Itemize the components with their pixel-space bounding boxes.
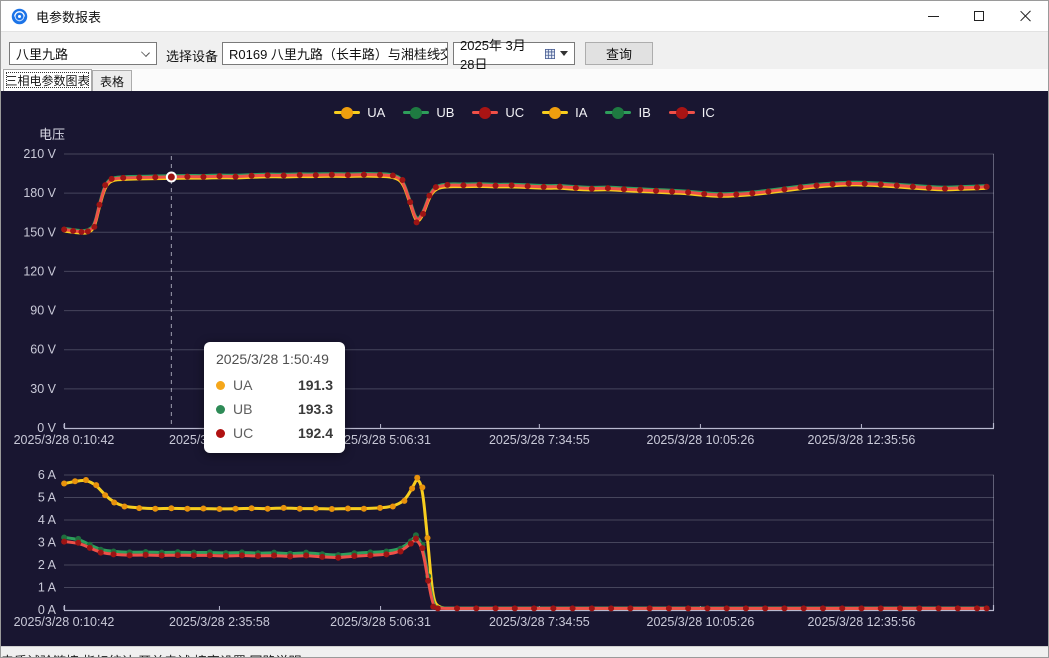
legend-marker-icon — [669, 111, 695, 114]
device-select[interactable]: R0169 八里九路（长丰路）与湘桂线交 — [222, 42, 448, 65]
calendar-icon — [545, 48, 555, 60]
legend-item-ib[interactable]: IB — [605, 105, 650, 120]
tooltip-row-ub: UB 193.3 — [216, 397, 333, 421]
tooltip-timestamp: 2025/3/28 1:50:49 — [216, 351, 333, 367]
legend-label: UA — [367, 105, 385, 120]
tooltip-series-label: UC — [233, 425, 253, 441]
chart-legend: UA UB UC IA IB IC — [1, 105, 1048, 120]
date-picker[interactable]: 2025年 3月28日 — [453, 42, 575, 65]
minimize-icon — [928, 16, 939, 17]
window-title: 电参数报表 — [36, 7, 101, 26]
legend-item-ic[interactable]: IC — [669, 105, 715, 120]
legend-label: IC — [702, 105, 715, 120]
legend-label: UC — [505, 105, 524, 120]
maximize-icon — [974, 11, 984, 21]
voltage-chart-title: 电压 — [39, 124, 65, 143]
tooltip-series-value: 191.3 — [298, 377, 333, 393]
close-icon — [1019, 10, 1031, 22]
legend-item-ua[interactable]: UA — [334, 105, 385, 120]
app-icon — [11, 8, 28, 25]
device-select-value: R0169 八里九路（长丰路）与湘桂线交 — [229, 44, 448, 63]
chart-tooltip: 2025/3/28 1:50:49 UA 191.3 UB 193.3 UC 192.4 — [204, 342, 345, 453]
legend-marker-icon — [542, 111, 568, 114]
maximize-button[interactable] — [956, 1, 1002, 31]
area-select-value: 八里九路 — [16, 44, 68, 63]
title-bar: 电参数报表 — [1, 1, 1048, 31]
dropdown-arrow-icon — [560, 51, 568, 56]
tab-label: 三相电参数图表 — [5, 72, 89, 89]
legend-label: IA — [575, 105, 587, 120]
query-button[interactable]: 查询 — [585, 42, 653, 65]
legend-item-ia[interactable]: IA — [542, 105, 587, 120]
device-label: 选择设备 — [166, 46, 218, 65]
background-window-strip: 电质试验链接 指标统计 开关电试 接变设置 回路说明 — [1, 646, 1048, 658]
tooltip-row-ua: UA 191.3 — [216, 373, 333, 397]
area-select[interactable]: 八里九路 — [9, 42, 157, 65]
close-button[interactable] — [1002, 1, 1048, 31]
legend-item-uc[interactable]: UC — [472, 105, 524, 120]
app-window: 电参数报表 八里九路 选择设备 R0169 八里九路（长丰路）与湘桂线交 202… — [0, 0, 1049, 658]
tab-label: 表格 — [100, 73, 124, 90]
legend-label: UB — [436, 105, 454, 120]
tooltip-series-label: UA — [233, 377, 252, 393]
toolbar: 八里九路 选择设备 R0169 八里九路（长丰路）与湘桂线交 2025年 3月2… — [1, 31, 1048, 69]
chart-panel — [1, 91, 1048, 646]
query-button-label: 查询 — [606, 44, 632, 63]
tab-three-phase-chart[interactable]: 三相电参数图表 — [3, 69, 92, 91]
legend-marker-icon — [334, 111, 360, 114]
tab-strip: 三相电参数图表 表格 — [1, 69, 1048, 91]
series-dot-icon — [216, 405, 225, 414]
legend-marker-icon — [605, 111, 631, 114]
legend-marker-icon — [403, 111, 429, 114]
series-dot-icon — [216, 381, 225, 390]
legend-item-ub[interactable]: UB — [403, 105, 454, 120]
tab-table[interactable]: 表格 — [92, 70, 132, 91]
minimize-button[interactable] — [910, 1, 956, 31]
tooltip-series-value: 192.4 — [298, 425, 333, 441]
date-picker-value: 2025年 3月28日 — [460, 35, 538, 73]
legend-marker-icon — [472, 111, 498, 114]
legend-label: IB — [638, 105, 650, 120]
series-dot-icon — [216, 429, 225, 438]
tooltip-row-uc: UC 192.4 — [216, 421, 333, 445]
tooltip-series-value: 193.3 — [298, 401, 333, 417]
background-window-text: 电质试验链接 指标统计 开关电试 接变设置 回路说明 — [1, 651, 301, 658]
tooltip-series-label: UB — [233, 401, 252, 417]
chevron-down-icon — [141, 48, 150, 57]
